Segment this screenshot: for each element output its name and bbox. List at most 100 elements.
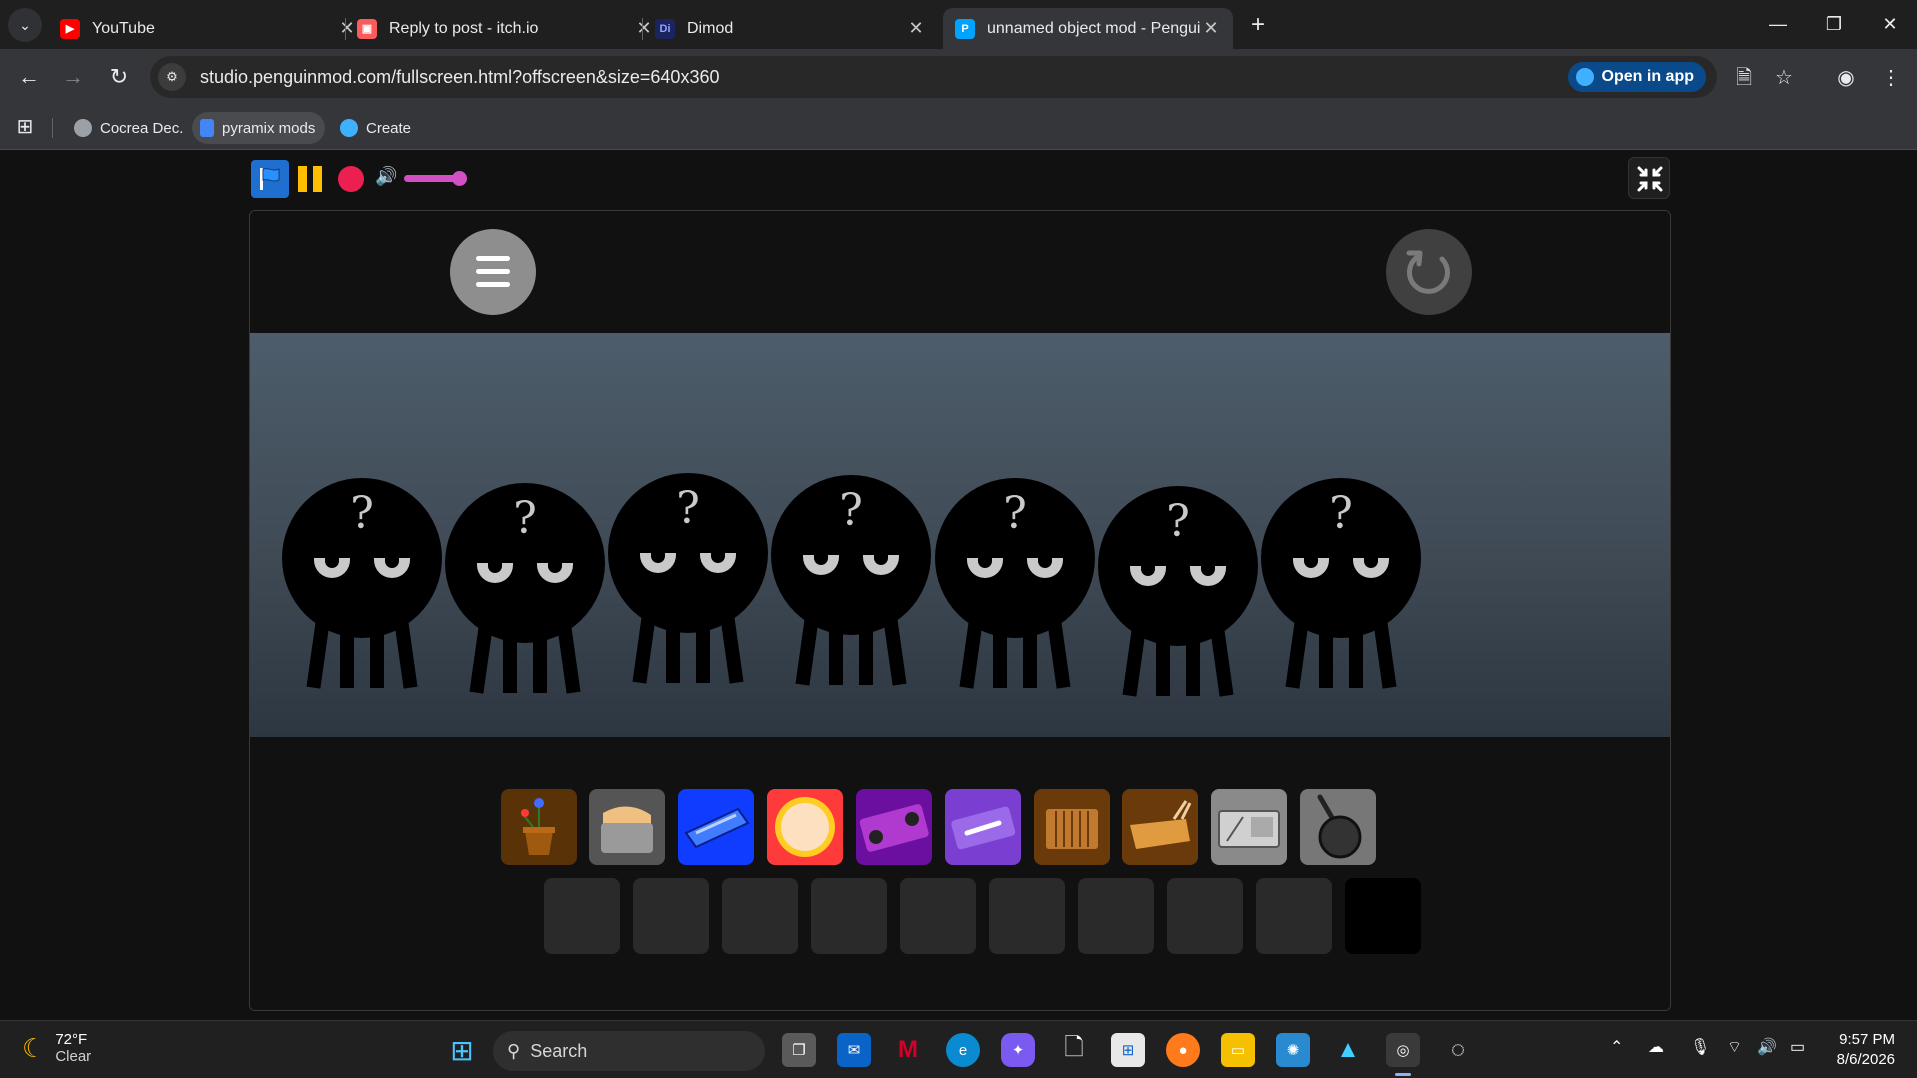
profile-icon[interactable]: ◉ [1831,63,1861,93]
tab-dimod[interactable]: Di Dimod ✕ [643,8,938,49]
new-tab-button[interactable]: + [1244,12,1272,40]
volume-slider-knob[interactable] [452,171,467,186]
inventory-slot[interactable] [1256,878,1332,954]
apps-grid-icon[interactable]: ⊞ [10,112,40,142]
hamburger-line [476,282,510,287]
edge-icon[interactable]: e [946,1033,980,1067]
green-flag-button[interactable] [251,160,289,198]
toaster-item[interactable] [589,789,665,865]
tab-search-button[interactable]: ⌄ [8,8,42,42]
url-text[interactable]: studio.penguinmod.com/fullscreen.html?of… [200,67,719,88]
inventory-slot[interactable] [544,878,620,954]
tab-youtube[interactable]: ▶ YouTube ✕ [48,8,369,49]
accordion-item[interactable] [1034,789,1110,865]
minimize-button[interactable]: — [1750,8,1806,40]
reload-button[interactable]: ↻ [104,63,134,93]
back-button[interactable]: ← [14,63,44,93]
inventory-slot[interactable] [989,878,1065,954]
exit-fullscreen-button[interactable] [1628,157,1670,199]
pause-button[interactable] [298,166,324,192]
flower-pot-item[interactable] [501,789,577,865]
menu-button[interactable] [450,229,536,315]
outlook-icon[interactable]: ✉ [837,1033,871,1067]
tab-penguinmod[interactable]: P unnamed object mod - Penguir ✕ [943,8,1233,49]
bookmark-pyramix-mods[interactable]: pyramix mods [192,112,326,144]
site-info-icon[interactable]: ⚙ [158,63,186,91]
mystery-character[interactable]: ? [282,478,442,689]
app-arrow-icon[interactable]: ▲ [1331,1033,1365,1067]
inventory-slot[interactable] [900,878,976,954]
inventory-slot[interactable] [722,878,798,954]
microphone-icon[interactable]: 🎙 [1690,1037,1710,1057]
mystery-character[interactable]: ? [1098,486,1258,697]
forward-button[interactable]: → [58,63,88,93]
search-icon: ⚲ [507,1040,521,1061]
game-stage[interactable]: ??????? [249,210,1671,1011]
question-mark: ? [1166,496,1190,547]
xylophone-item[interactable] [1122,789,1198,865]
frying-pan-item[interactable] [1300,789,1376,865]
tambourine-item[interactable] [767,789,843,865]
windows-taskbar: ☾ 72°F Clear ⊞ ⚲ Search ❐ ✉ M e ✦ 🗋 ⊞ ● … [0,1020,1917,1078]
xylophone-icon [1130,800,1192,849]
boombox-item[interactable] [856,789,932,865]
inventory-slot[interactable] [811,878,887,954]
close-icon[interactable]: ✕ [906,18,926,39]
firefox-icon[interactable]: ● [1166,1033,1200,1067]
start-button[interactable]: ⊞ [445,1033,479,1067]
address-bar[interactable]: ⚙ studio.penguinmod.com/fullscreen.html?… [150,56,1717,98]
keypad-item[interactable] [1211,789,1287,865]
volume-icon[interactable]: 🔊 [375,166,397,187]
youtube-icon: ▶ [60,18,80,39]
obs-icon[interactable]: ◌ [1441,1033,1475,1067]
close-icon[interactable]: ✕ [1201,18,1221,39]
battery-icon[interactable]: ▭ [1790,1037,1805,1057]
open-in-app-button[interactable]: Open in app [1567,62,1706,92]
bookmark-star-icon[interactable]: ☆ [1769,63,1799,93]
restore-button[interactable]: ❐ [1806,8,1862,40]
pause-bar [313,166,322,192]
mystery-character[interactable]: ? [935,478,1095,689]
chevron-up-icon[interactable]: ⌃ [1610,1037,1623,1057]
task-view-icon[interactable]: ❐ [782,1033,816,1067]
mystery-character[interactable]: ? [608,473,768,684]
hamburger-line [476,269,510,274]
store-icon[interactable]: ⊞ [1111,1033,1145,1067]
bookmark-label: Create [366,119,412,137]
weather-widget[interactable]: ☾ 72°F Clear [22,1031,91,1065]
file-explorer-icon[interactable]: ▭ [1221,1033,1255,1067]
inventory-slot[interactable] [1078,878,1154,954]
question-mark: ? [1329,488,1353,539]
mystery-character[interactable]: ? [445,483,605,694]
inventory-slot[interactable] [1167,878,1243,954]
cassette-item[interactable] [945,789,1021,865]
chrome-icon[interactable]: ◎ [1386,1033,1420,1076]
close-window-button[interactable]: ✕ [1862,8,1917,40]
game-app-icon[interactable]: ✺ [1276,1033,1310,1067]
tab-itchio[interactable]: ▣ Reply to post - itch.io ✕ [345,8,666,49]
bookmarks-bar: ⊞ Cocrea Dec. pyramix mods Create [0,106,1917,150]
mystery-character[interactable]: ? [771,475,931,686]
bookmark-create[interactable]: Create [332,112,421,144]
mcafee-icon[interactable]: M [891,1033,925,1067]
clock-date: 8/6/2026 [1836,1051,1895,1068]
document-icon[interactable]: 🗎 [1729,63,1759,93]
taskbar-search[interactable]: ⚲ Search [493,1031,765,1071]
stop-button[interactable] [338,166,364,192]
open-in-app-label: Open in app [1601,68,1694,85]
restart-button[interactable] [1386,229,1472,315]
onedrive-icon[interactable]: ☁ [1648,1037,1664,1057]
notepad-icon[interactable]: 🗋 [1057,1033,1091,1067]
menu-kebab-icon[interactable]: ⋮ [1876,63,1906,93]
wifi-icon[interactable]: ⌔ [1727,1037,1742,1057]
system-clock[interactable]: 9:57 PM 8/6/2026 [1837,1030,1895,1070]
inventory-slot[interactable] [633,878,709,954]
toaster-icon [601,806,653,853]
inventory-slot[interactable] [1345,878,1421,954]
mystery-character[interactable]: ? [1261,478,1421,689]
dimod-icon: Di [655,18,675,39]
bookmark-cocrea[interactable]: Cocrea Dec. [66,112,193,144]
copilot-icon[interactable]: ✦ [1001,1033,1035,1067]
blue-keyboard-item[interactable] [678,789,754,865]
speaker-icon[interactable]: 🔊 [1757,1037,1777,1057]
